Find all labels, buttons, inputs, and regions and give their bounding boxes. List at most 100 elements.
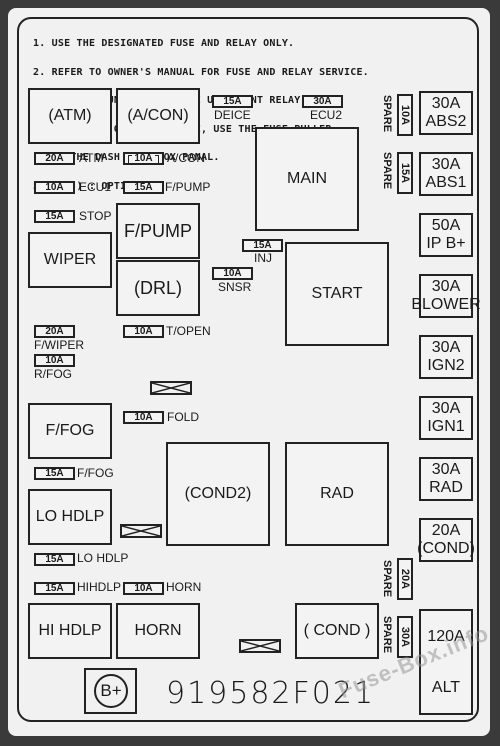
label: (COND)	[417, 540, 475, 557]
fuse-label-fpump: F/PUMP	[165, 180, 211, 194]
fuse-label-hi-hdlp: HIHDLP	[77, 580, 122, 594]
relay-horn: HORN	[116, 603, 200, 659]
big-fuse-rad: 30A RAD	[419, 457, 473, 501]
empty-slot	[120, 524, 162, 538]
fuse-label-fold: FOLD	[167, 410, 200, 424]
fuse-fpump: 15A	[123, 181, 164, 194]
big-fuse-cond: 20A (COND)	[417, 518, 475, 562]
relay-drl: (DRL)	[116, 260, 200, 316]
fuse-label-ecu1: ECU1	[79, 180, 112, 194]
relay-label: RAD	[320, 485, 354, 502]
spare-fuse-10a: 10A	[397, 94, 413, 136]
relay-label: MAIN	[287, 170, 327, 187]
amp: 50A	[431, 217, 461, 234]
big-fuse-blower: 30A BLOWER	[411, 274, 481, 318]
label: BLOWER	[411, 296, 481, 313]
amp: 30A	[431, 156, 461, 173]
spare-label: SPARE	[381, 95, 393, 133]
label: ABS1	[425, 174, 467, 191]
b-plus-icon: B+	[94, 674, 128, 708]
fuse-label-ecu2: ECU2	[310, 108, 343, 122]
fuse-label-horn: HORN	[166, 580, 202, 594]
amp: 30A	[431, 400, 461, 417]
fuse-fwiper: 20A	[34, 325, 75, 338]
fuse-label-snsr: SNSR	[218, 280, 252, 294]
relay-acon: (A/CON)	[116, 88, 200, 144]
label: ABS2	[425, 113, 467, 130]
relay-label: (DRL)	[134, 278, 182, 298]
fuse-label-acon: A/CON	[167, 151, 206, 165]
relay-label: HORN	[134, 622, 182, 639]
big-fuse-abs2: 30A ABS2	[419, 91, 473, 135]
relay-label: HI HDLP	[38, 622, 102, 639]
relay-label: LO HDLP	[35, 508, 105, 525]
spare-label: SPARE	[381, 152, 393, 190]
relay-label: F/PUMP	[123, 221, 192, 241]
spare-label: SPARE	[381, 560, 393, 598]
relay-cond2: (COND2)	[166, 442, 270, 546]
spare-amp: 20A	[399, 568, 411, 590]
relay-label: WIPER	[43, 251, 97, 268]
relay-label: (A/CON)	[127, 107, 189, 124]
relay-main: MAIN	[255, 127, 359, 231]
fuse-label-inj: INJ	[254, 251, 272, 265]
note-1: 1. USE THE DESIGNATED FUSE AND RELAY ONL…	[33, 38, 295, 49]
relay-label: START	[311, 285, 363, 302]
relay-start: START	[285, 242, 389, 346]
fuse-lo-hdlp: 15A	[34, 553, 75, 566]
fuse-topen: 10A	[123, 325, 164, 338]
fuse-ecu1: 10A	[34, 181, 75, 194]
note-2: 2. REFER TO OWNER'S MANUAL FOR FUSE AND …	[33, 66, 369, 78]
spare-fuse-15a: 15A	[397, 152, 413, 194]
fuse-label-lo-hdlp: LO HDLP	[77, 551, 129, 565]
big-fuse-ign2: 30A IGN2	[419, 335, 473, 379]
fuse-snsr: 10A	[212, 267, 253, 280]
relay-label: F/FOG	[45, 422, 95, 439]
big-fuse-ign1: 30A IGN1	[419, 396, 473, 440]
fuse-ffog: 15A	[34, 467, 75, 480]
fuse-ecu2: 30A	[302, 95, 343, 108]
amp: 20A	[431, 522, 461, 539]
amp: 30A	[431, 461, 461, 478]
fuse-rfog: 10A	[34, 354, 75, 367]
amp: 30A	[431, 95, 461, 112]
relay-label: (COND2)	[184, 485, 252, 502]
fuse-hi-hdlp: 15A	[34, 582, 75, 595]
relay-hi-hdlp: HI HDLP	[28, 603, 112, 659]
fuse-label-fwiper: F/WIPER	[34, 338, 84, 352]
empty-slot	[239, 639, 281, 653]
big-fuse-abs1: 30A ABS1	[419, 152, 473, 196]
fuse-label-rfog: R/FOG	[34, 367, 72, 381]
relay-atm: (ATM)	[28, 88, 112, 144]
fuse-acon: 10A	[123, 152, 164, 165]
relay-ffog: F/FOG	[28, 403, 112, 459]
fuse-label-topen: T/OPEN	[166, 324, 211, 338]
spare-fuse-20a: 20A	[397, 558, 413, 600]
label: IGN2	[427, 357, 465, 374]
relay-wiper: WIPER	[28, 232, 112, 288]
fuse-label-ffog: F/FOG	[77, 466, 114, 480]
fuse-label-stop: STOP	[79, 209, 112, 223]
spare-amp: 10A	[399, 104, 411, 126]
spare-amp: 30A	[399, 626, 411, 648]
spare-label: SPARE	[381, 616, 393, 654]
relay-fpump: F/PUMP	[116, 203, 200, 259]
fuse-atm: 20A	[34, 152, 75, 165]
amp: 30A	[431, 278, 461, 295]
fuse-label-atm: ATM	[79, 151, 104, 165]
empty-slot	[150, 381, 192, 395]
relay-cond: ( COND )	[295, 603, 379, 659]
battery-terminal-mark: B+	[84, 668, 137, 714]
fuse-fold: 10A	[123, 411, 164, 424]
relay-label: ( COND )	[303, 622, 371, 639]
label: ALT	[431, 678, 461, 696]
relay-label: (ATM)	[48, 107, 92, 124]
fuse-horn: 10A	[123, 582, 164, 595]
big-fuse-ip-b: 50A IP B+	[419, 213, 473, 257]
label: IP B+	[426, 235, 466, 252]
label: RAD	[429, 479, 463, 496]
fuse-stop: 15A	[34, 210, 75, 223]
relay-rad: RAD	[285, 442, 389, 546]
fuse-label-deice: DEICE	[214, 108, 251, 122]
label: IGN1	[427, 418, 465, 435]
